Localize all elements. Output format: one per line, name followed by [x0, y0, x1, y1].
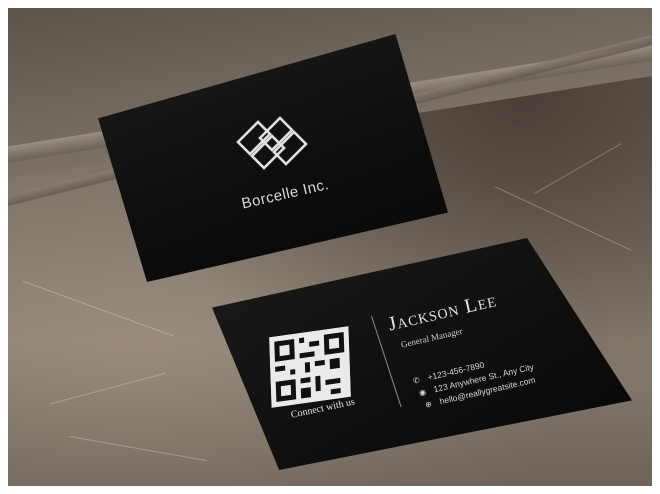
business-card-content: Connect with us Jackson Lee General Mana… — [0, 0, 660, 494]
phone-icon: ✆ — [412, 375, 421, 386]
globe-icon: ⊕ — [424, 399, 433, 410]
location-icon: ◉ — [418, 387, 428, 398]
qr-code-icon — [269, 326, 351, 408]
